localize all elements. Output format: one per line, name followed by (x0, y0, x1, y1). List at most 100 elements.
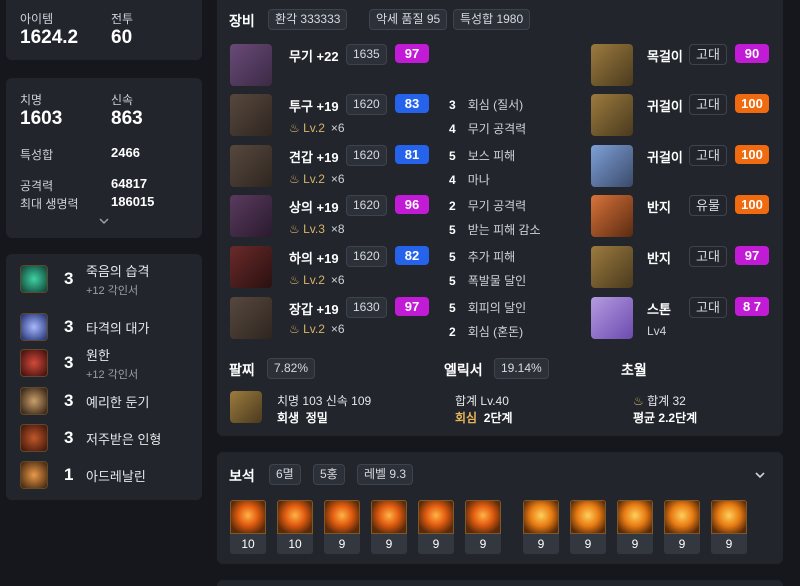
gem-level: 9 (523, 534, 559, 554)
earring-icon (591, 94, 633, 136)
engraving-level: 3 (64, 428, 74, 447)
gem-level: 9 (418, 534, 454, 554)
item-sub: ♨ Lv.2 ×6 (289, 273, 345, 287)
effect-line: 5 추가 피해 (449, 250, 516, 264)
gem-item[interactable]: 9 (523, 500, 559, 554)
item-sub: ♨ Lv.2 ×6 (289, 121, 345, 135)
chest-icon (230, 195, 272, 237)
gem-level: 9 (617, 534, 653, 554)
item-name: 장갑 +19 (289, 302, 339, 317)
engraving-item: 3 예리한 둔기 (20, 384, 149, 418)
equipment-title: 장비 (229, 13, 255, 29)
engraving-level: 1 (64, 465, 74, 484)
transcend-total: ♨ 합계 32 (633, 394, 686, 408)
quality-badge: 97 (395, 297, 429, 316)
elixir-title: 엘릭서 (444, 362, 483, 378)
engraving-sub: +12 각인서 (86, 368, 139, 381)
quality-badge: 83 (395, 94, 429, 113)
gem-icon (465, 500, 501, 534)
gem-icon (371, 500, 407, 534)
engraving-item: 1 아드레날린 (20, 458, 146, 492)
item-sub: ♨ Lv.2 ×6 (289, 322, 345, 336)
shoulder-icon (230, 145, 272, 187)
item-level: 1620 (346, 145, 387, 166)
hit-master-icon (20, 313, 48, 341)
gem-item[interactable]: 9 (418, 500, 454, 554)
elixir-pct: 19.14% (494, 358, 549, 379)
gem-icon (570, 500, 606, 534)
attack-label: 공격력 (20, 179, 54, 193)
gem-item[interactable]: 9 (617, 500, 653, 554)
grade-badge: 고대 (689, 145, 727, 166)
crit-value: 1603 (20, 108, 63, 129)
quality-badge: 8 7 (735, 297, 769, 316)
combat-stats-panel: 치명 1603 신속 863 특성합 2466 공격력 64817 최대 생명력… (6, 78, 202, 238)
engraving-name: 예리한 둔기 (86, 394, 150, 410)
gem-icon (617, 500, 653, 534)
combat-level-value: 60 (111, 27, 133, 48)
bracelet-effects: 회생 정밀 (277, 411, 328, 425)
gem-item[interactable]: 9 (371, 500, 407, 554)
gem-item[interactable]: 10 (230, 500, 266, 554)
effect-line: 4 마나 (449, 173, 490, 187)
gem-level: 9 (570, 534, 606, 554)
equipment-panel: 장비 환각 333333 악세 품질 95 특성합 1980 무기 +22 16… (217, 0, 783, 436)
gem-item[interactable]: 9 (465, 500, 501, 554)
item-level: 1630 (346, 297, 387, 318)
item-name: 투구 +19 (289, 99, 339, 114)
quality-badge: 82 (395, 246, 429, 265)
item-level-value: 1624.2 (20, 27, 79, 48)
item-name: 귀걸이 (647, 99, 683, 114)
gem-item[interactable]: 9 (570, 500, 606, 554)
item-name: 반지 (647, 200, 671, 215)
item-sub: ♨ Lv.3 ×8 (289, 222, 345, 236)
gem-icon (664, 500, 700, 534)
effect-line: 2 무기 공격력 (449, 199, 527, 213)
chip-spec-sum: 특성합 1980 (453, 9, 531, 30)
item-name: 견갑 +19 (289, 150, 339, 165)
engraving-name: 아드레날린 (86, 468, 146, 484)
transcend-title: 초월 (621, 362, 647, 378)
attack-value: 64817 (111, 176, 148, 191)
gem-level: 9 (324, 534, 360, 554)
quality-badge: 100 (735, 94, 769, 113)
gem-item[interactable]: 10 (277, 500, 313, 554)
gem-level: 9 (664, 534, 700, 554)
grade-badge: 고대 (689, 297, 727, 318)
chip-acc-quality: 악세 품질 95 (369, 9, 448, 30)
gems-title: 보석 (229, 468, 255, 484)
engraving-item: 3 원한 +12 각인서 (20, 346, 139, 381)
gem-item[interactable]: 9 (711, 500, 747, 554)
gem-level: 9 (465, 534, 501, 554)
gem-icon (230, 500, 266, 534)
swift-label: 신속 (111, 93, 134, 107)
item-name: 귀걸이 (647, 150, 683, 165)
stats-panel: 아이템 1624.2 전투 60 (6, 0, 202, 60)
item-level: 1635 (346, 44, 387, 65)
hp-value: 186015 (111, 194, 155, 209)
gem-item[interactable]: 9 (664, 500, 700, 554)
grade-badge: 고대 (689, 94, 727, 115)
grade-badge: 고대 (689, 246, 727, 267)
engraving-name: 원한 (86, 347, 110, 363)
item-level-label: 아이템 (20, 12, 54, 26)
swift-value: 863 (111, 108, 143, 129)
necklace-icon (591, 44, 633, 86)
chevron-down-icon[interactable] (753, 468, 767, 482)
stone-level: Lv4 (647, 324, 667, 338)
hp-label: 최대 생명력 (20, 197, 79, 211)
engraving-name: 저주받은 인형 (86, 431, 162, 447)
weapon-icon (230, 44, 272, 86)
quality-badge: 96 (395, 195, 429, 214)
gem-level: 10 (230, 534, 266, 554)
gem-item[interactable]: 9 (324, 500, 360, 554)
quality-badge: 100 (735, 145, 769, 164)
item-name: 상의 +19 (289, 200, 339, 215)
engraving-name: 죽음의 습격 (86, 263, 150, 279)
engraving-level: 3 (64, 269, 74, 288)
ring-icon (591, 246, 633, 288)
adrenaline-icon (20, 461, 48, 489)
chevron-down-icon[interactable] (98, 214, 110, 226)
grudge-icon (20, 349, 48, 377)
crit-label: 치명 (20, 93, 43, 107)
